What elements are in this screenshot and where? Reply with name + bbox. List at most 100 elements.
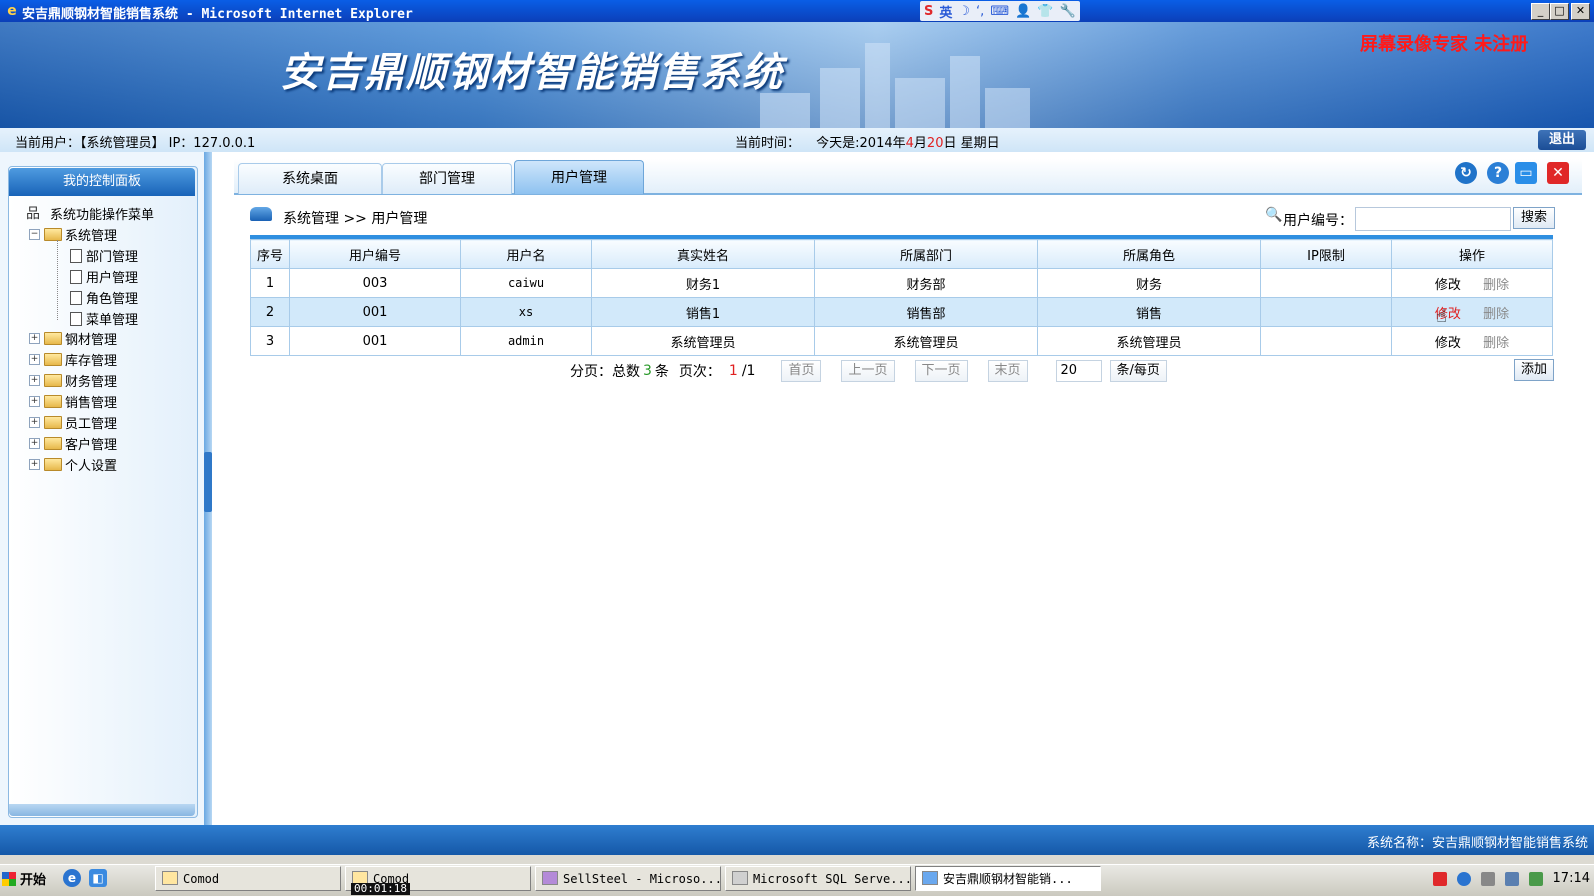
prev-page-button[interactable]: 上一页: [841, 360, 895, 382]
delete-link[interactable]: 删除: [1483, 278, 1509, 293]
minimize-button[interactable]: _: [1531, 3, 1550, 20]
expand-icon[interactable]: +: [29, 396, 40, 407]
tree-item-menus[interactable]: 菜单管理: [70, 309, 138, 328]
time-day-suffix: 日 星期日: [943, 136, 1000, 151]
tree-item-users[interactable]: 用户管理: [70, 267, 138, 286]
page-size-input[interactable]: 20: [1055, 360, 1102, 382]
current-time: 当前时间： 今天是:2014年4月20日 星期日: [735, 132, 1000, 151]
row-actions: 修改 删除: [1391, 326, 1553, 356]
ip-limit: [1260, 297, 1392, 327]
recording-timer: 00:01:18: [351, 883, 410, 895]
tab-desktop[interactable]: 系统桌面: [238, 163, 382, 194]
sogou-s-icon[interactable]: S: [924, 4, 933, 19]
last-page-button[interactable]: 末页: [987, 360, 1028, 382]
close-tab-icon[interactable]: ✕: [1547, 162, 1569, 184]
window-title-bar[interactable]: e 安吉鼎顺钢材智能销售系统 - Microsoft Internet Expl…: [0, 0, 1594, 22]
tree-item-system[interactable]: − 系统管理: [29, 225, 117, 244]
add-button[interactable]: 添加: [1514, 359, 1554, 381]
real-name: 财务1: [591, 268, 815, 298]
role: 系统管理员: [1037, 326, 1261, 356]
window-icon[interactable]: ▭: [1515, 162, 1537, 184]
tree-item-label: 部门管理: [86, 250, 139, 265]
punctuation-icon[interactable]: ʻ,: [976, 4, 984, 19]
banner-building: [985, 88, 1030, 128]
expand-icon[interactable]: +: [29, 417, 40, 428]
tree-item-steel[interactable]: + 钢材管理: [29, 329, 117, 348]
collapse-icon[interactable]: −: [29, 229, 40, 240]
wrench-icon[interactable]: 🔧: [1059, 4, 1075, 19]
tree-root[interactable]: 品 系统功能操作菜单: [26, 204, 154, 224]
close-button[interactable]: ✕: [1571, 3, 1590, 20]
banner-building: [950, 56, 980, 128]
network-tray-icon[interactable]: [1480, 871, 1495, 886]
tree-item-employees[interactable]: + 员工管理: [29, 413, 117, 432]
folder-open-icon: [44, 228, 62, 241]
delete-link[interactable]: 删除: [1483, 307, 1509, 322]
table-row[interactable]: 3 001 admin 系统管理员 系统管理员 系统管理员 修改 删除: [250, 326, 1553, 356]
table-row[interactable]: 1 003 caiwu 财务1 财务部 财务 修改 删除: [250, 268, 1553, 298]
ip-limit: [1260, 268, 1392, 298]
column-header[interactable]: 所属角色: [1037, 239, 1261, 269]
taskbar-item-label: SellSteel - Microso...: [563, 872, 721, 886]
per-page-button[interactable]: 条/每页: [1109, 360, 1167, 382]
tree-item-inventory[interactable]: + 库存管理: [29, 350, 117, 369]
expand-icon[interactable]: +: [29, 333, 40, 344]
taskbar-item-label: 安吉鼎顺钢材智能销...: [943, 872, 1073, 886]
expand-icon[interactable]: +: [29, 375, 40, 386]
column-header[interactable]: 用户名: [460, 239, 592, 269]
help-tray-icon[interactable]: [1456, 871, 1471, 886]
sql-server-icon: [732, 871, 748, 885]
edit-link[interactable]: 修改: [1435, 278, 1461, 293]
tree-item-sales[interactable]: + 销售管理: [29, 392, 117, 411]
search-icon: 🔍: [1265, 207, 1283, 223]
tree-item-finance[interactable]: + 财务管理: [29, 371, 117, 390]
desktop-quicklaunch-icon[interactable]: ◧: [89, 869, 107, 887]
ie-quicklaunch-icon[interactable]: e: [63, 869, 81, 887]
next-page-button[interactable]: 下一页: [914, 360, 968, 382]
column-header[interactable]: 所属部门: [814, 239, 1038, 269]
start-button[interactable]: 开始: [2, 866, 46, 891]
taskbar-item-active[interactable]: 安吉鼎顺钢材智能销...: [915, 866, 1101, 891]
ime-language-toggle[interactable]: 英: [939, 2, 952, 21]
skin-icon[interactable]: 👕: [1037, 4, 1053, 19]
column-header[interactable]: 真实姓名: [591, 239, 815, 269]
moon-icon[interactable]: ☽: [958, 4, 970, 19]
antivirus-tray-icon[interactable]: [1528, 871, 1543, 886]
expand-icon[interactable]: +: [29, 354, 40, 365]
clock[interactable]: 17:14: [1553, 871, 1590, 886]
tree-item-customers[interactable]: + 客户管理: [29, 434, 117, 453]
user-icon[interactable]: 👤: [1015, 4, 1031, 19]
tab-department[interactable]: 部门管理: [382, 163, 512, 194]
expand-icon[interactable]: +: [29, 438, 40, 449]
delete-link[interactable]: 删除: [1483, 336, 1509, 351]
taskbar-item[interactable]: Microsoft SQL Serve...: [725, 866, 911, 891]
logout-button[interactable]: 退出: [1538, 130, 1586, 150]
tab-users[interactable]: 用户管理: [514, 160, 644, 194]
taskbar-item[interactable]: SellSteel - Microso...: [535, 866, 721, 891]
keyboard-icon[interactable]: ⌨: [990, 4, 1009, 19]
first-page-button[interactable]: 首页: [781, 360, 822, 382]
expand-icon[interactable]: +: [29, 459, 40, 470]
column-header[interactable]: 操作: [1391, 239, 1553, 269]
column-header[interactable]: 用户编号: [289, 239, 461, 269]
monitor-tray-icon[interactable]: [1504, 871, 1519, 886]
maximize-button[interactable]: □: [1550, 3, 1569, 20]
table-row[interactable]: 2 001 xs 销售1 销售部 销售 修改 删除: [250, 297, 1553, 327]
refresh-icon[interactable]: ↻: [1455, 162, 1477, 184]
role: 财务: [1037, 268, 1261, 298]
breadcrumb: 系统管理 >> 用户管理: [283, 211, 428, 227]
collapse-sidebar-handle[interactable]: [204, 452, 212, 512]
tree-item-personal[interactable]: + 个人设置: [29, 455, 117, 474]
edit-link[interactable]: 修改: [1435, 336, 1461, 351]
search-button[interactable]: 搜索: [1513, 207, 1555, 229]
ime-toolbar[interactable]: S 英 ☽ ʻ, ⌨ 👤 👕 🔧: [920, 1, 1080, 21]
taskbar-item[interactable]: Comod: [155, 866, 341, 891]
sidebar-splitter[interactable]: [204, 152, 212, 825]
user-code-search-input[interactable]: [1355, 207, 1511, 231]
tree-item-roles[interactable]: 角色管理: [70, 288, 138, 307]
column-header[interactable]: IP限制: [1260, 239, 1392, 269]
sogou-tray-icon[interactable]: [1432, 871, 1447, 886]
help-icon[interactable]: ?: [1487, 162, 1509, 184]
column-header[interactable]: 序号: [250, 239, 290, 269]
tree-item-department[interactable]: 部门管理: [70, 246, 138, 265]
